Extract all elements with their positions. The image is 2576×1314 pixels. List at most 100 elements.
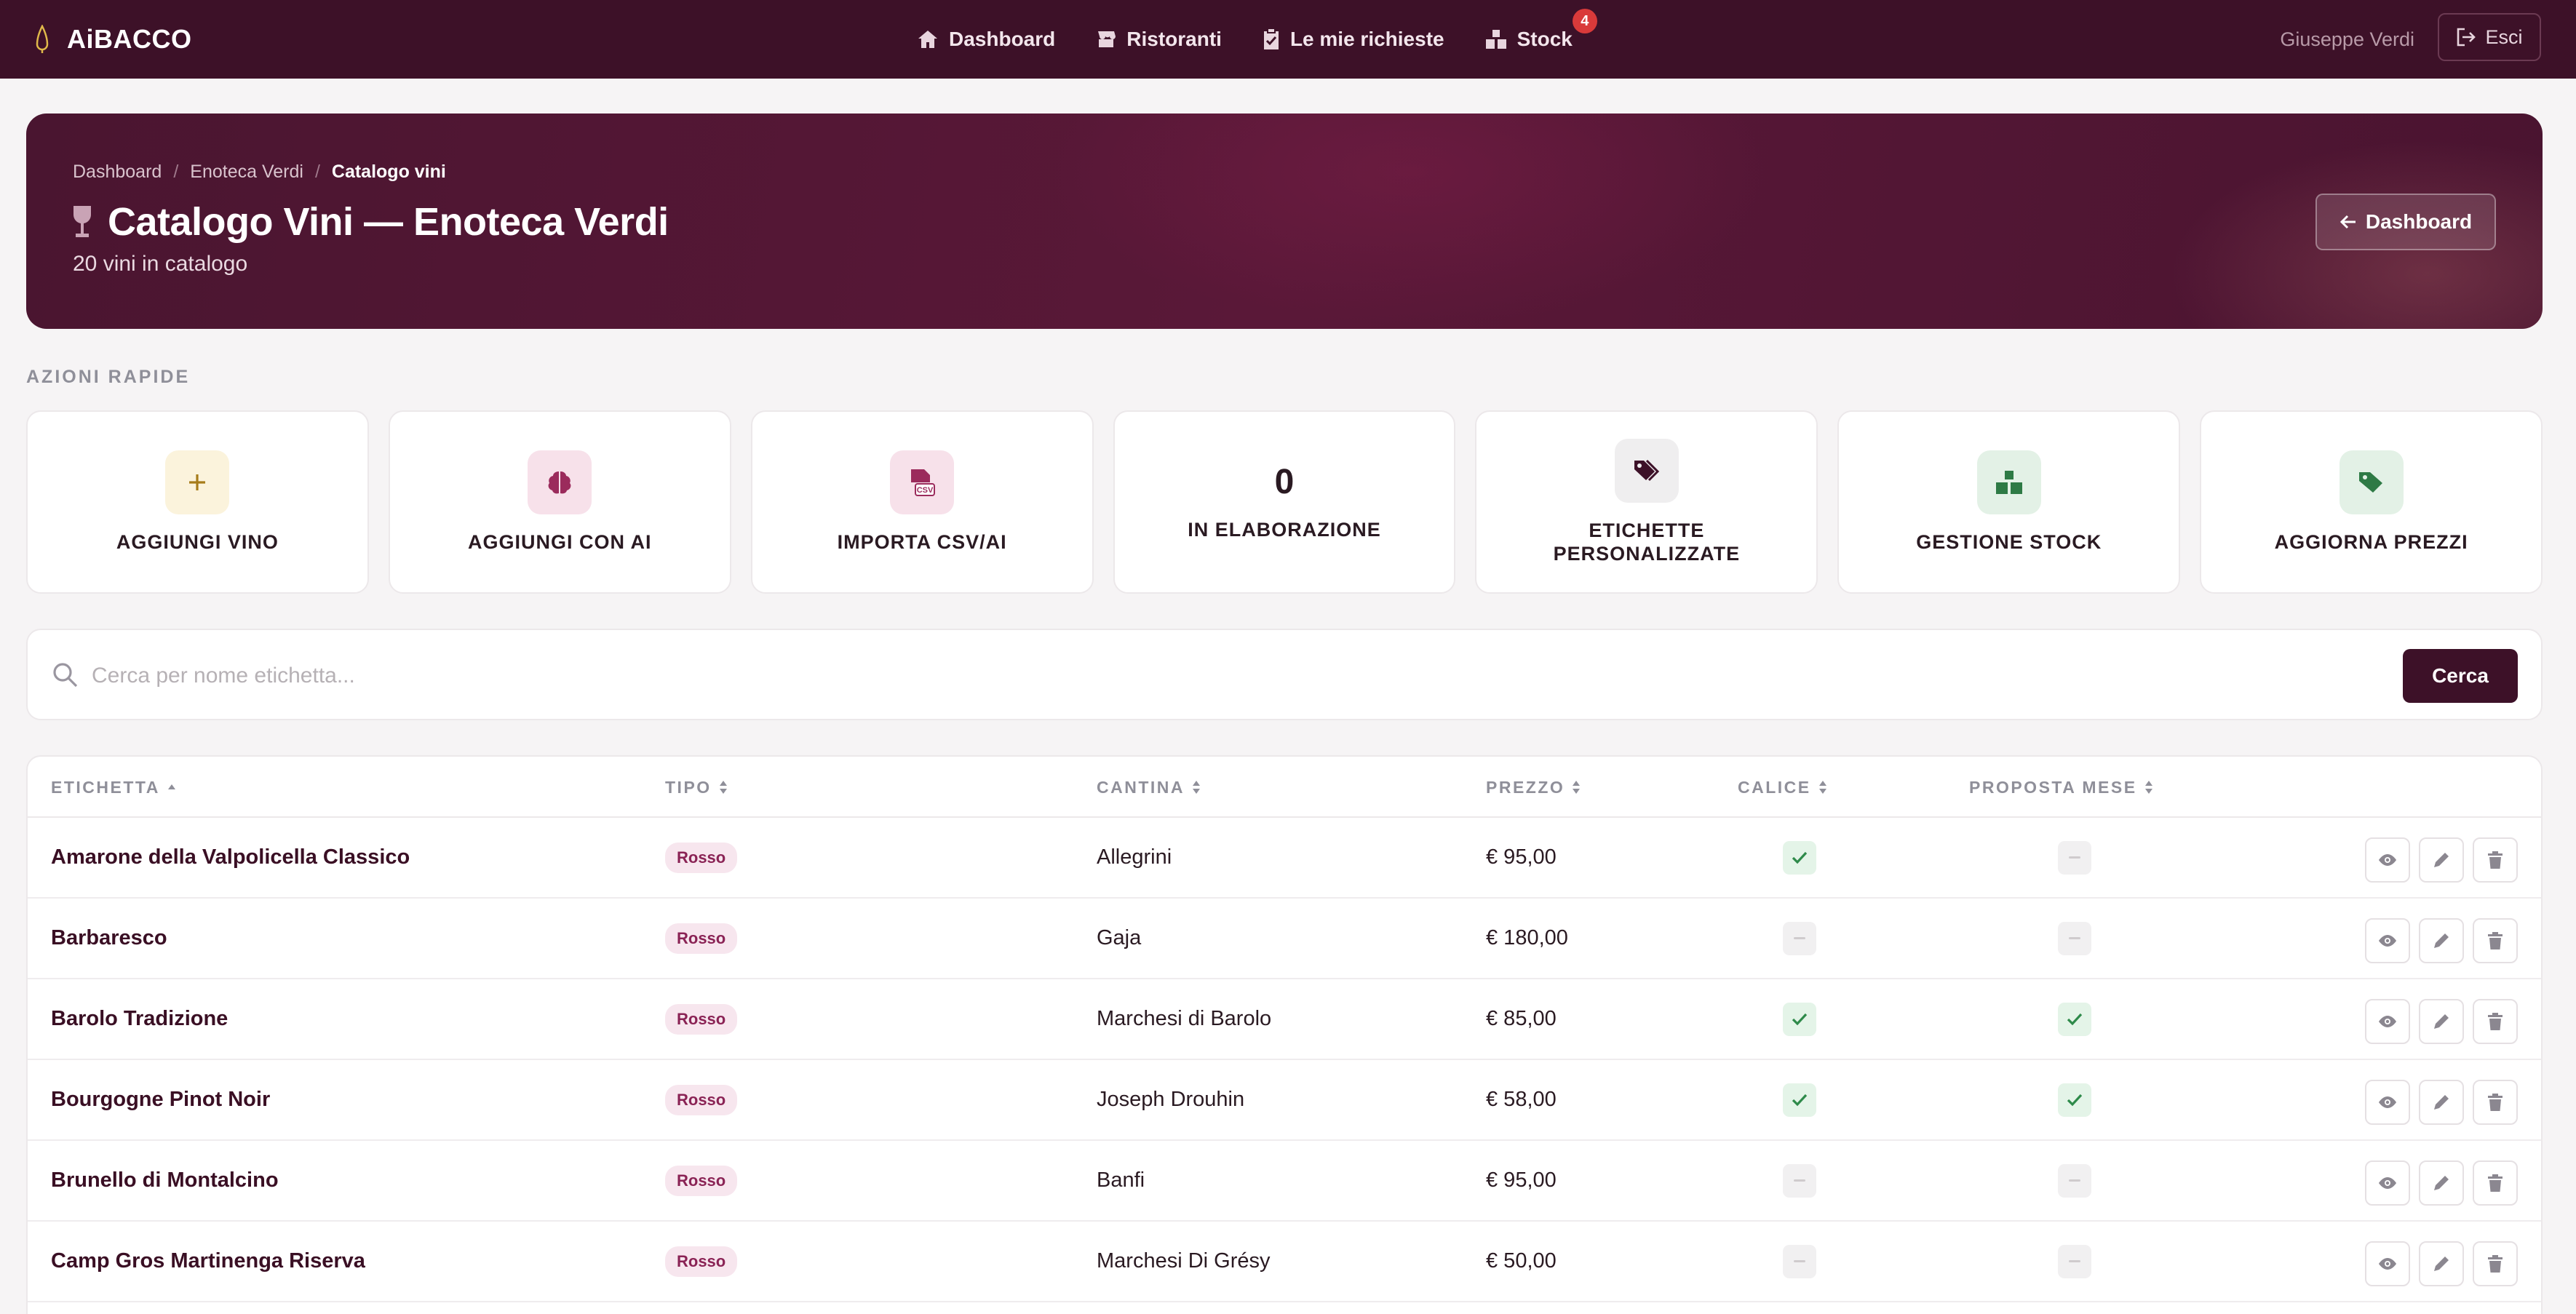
- search-icon: [53, 663, 78, 688]
- trash-icon: [2488, 1013, 2503, 1030]
- edit-button[interactable]: [2419, 1080, 2464, 1125]
- trash-icon: [2488, 1255, 2503, 1273]
- brain-icon: [528, 450, 592, 514]
- wine-type-cell: Rosso: [665, 1141, 738, 1220]
- nav-stock[interactable]: Stock 4: [1485, 9, 1597, 51]
- column-label: PREZZO: [1486, 777, 1565, 797]
- delete-button[interactable]: [2473, 1241, 2518, 1286]
- stock-management-card[interactable]: GESTIONE STOCK: [1837, 410, 2181, 594]
- table-row[interactable]: Bourgogne Pinot Noir Rosso Joseph Drouhi…: [28, 1060, 2541, 1141]
- add-with-ai-card[interactable]: AGGIUNGI CON AI: [388, 410, 731, 594]
- wine-type-pill: Rosso: [665, 1165, 738, 1196]
- nav-dashboard-label: Dashboard: [949, 28, 1056, 50]
- edit-button[interactable]: [2419, 918, 2464, 963]
- view-button[interactable]: [2365, 999, 2410, 1044]
- table-row[interactable]: Amarone della Valpolicella Classico Ross…: [28, 818, 2541, 899]
- update-prices-card[interactable]: AGGIORNA PREZZI: [2200, 410, 2543, 594]
- nav-ristoranti[interactable]: Ristoranti: [1096, 28, 1222, 51]
- calice-cell: [1783, 1222, 1816, 1301]
- logout-button[interactable]: Esci: [2438, 13, 2541, 61]
- view-button[interactable]: [2365, 1160, 2410, 1206]
- breadcrumb: Dashboard / Enoteca Verdi / Catalogo vin…: [73, 162, 446, 183]
- column-label: TIPO: [665, 777, 712, 797]
- column-prezzo[interactable]: PREZZO: [1486, 757, 1581, 818]
- wine-type-cell: Rosso: [665, 818, 738, 897]
- back-to-dashboard-button[interactable]: Dashboard: [2315, 194, 2496, 250]
- delete-button[interactable]: [2473, 999, 2518, 1044]
- edit-button[interactable]: [2419, 1160, 2464, 1206]
- table-row[interactable]: Camp Gros Martinenga Riserva Rosso March…: [28, 1222, 2541, 1302]
- pencil-icon: [2434, 1257, 2449, 1271]
- view-button[interactable]: [2365, 1241, 2410, 1286]
- eye-icon: [2379, 1177, 2396, 1189]
- wine-name[interactable]: Barbaresco: [51, 899, 167, 978]
- proposta-empty-icon: [2058, 1244, 2091, 1278]
- csv-file-icon: CSV: [890, 450, 955, 514]
- action-label: GESTIONE STOCK: [1916, 530, 2102, 553]
- brand[interactable]: AiBACCO: [35, 0, 192, 79]
- wine-name[interactable]: Camp Gros Martinenga Riserva: [51, 1222, 365, 1301]
- action-label: AGGIORNA PREZZI: [2274, 530, 2468, 553]
- column-etichetta[interactable]: ETICHETTA: [51, 757, 176, 818]
- nav-dashboard[interactable]: Dashboard: [917, 28, 1055, 51]
- proposta-cell: [2058, 818, 2091, 897]
- calice-cell: [1783, 1141, 1816, 1220]
- page-header: Dashboard / Enoteca Verdi / Catalogo vin…: [26, 114, 2543, 329]
- top-navbar: AiBACCO Dashboard Ristoranti Le mie rich…: [0, 0, 2576, 79]
- wine-name[interactable]: Bourgogne Pinot Noir: [51, 1060, 270, 1139]
- delete-button[interactable]: [2473, 918, 2518, 963]
- edit-button[interactable]: [2419, 837, 2464, 883]
- breadcrumb-enoteca[interactable]: Enoteca Verdi: [190, 162, 303, 183]
- edit-button[interactable]: [2419, 999, 2464, 1044]
- row-actions: [2365, 999, 2518, 1044]
- view-button[interactable]: [2365, 1080, 2410, 1125]
- calice-cell: [1783, 899, 1816, 978]
- table-row[interactable]: Barolo Tradizione Rosso Marchesi di Baro…: [28, 979, 2541, 1060]
- wine-type-cell: Rosso: [665, 979, 738, 1059]
- wine-drop-icon: [35, 25, 49, 54]
- wine-name[interactable]: Brunello di Montalcino: [51, 1141, 279, 1220]
- table-header: ETICHETTA TIPO CANTINA PREZZO CALICE PRO…: [28, 757, 2541, 818]
- calice-empty-icon: [1783, 921, 1816, 955]
- delete-button[interactable]: [2473, 837, 2518, 883]
- column-label: CANTINA: [1097, 777, 1185, 797]
- logout-icon: [2457, 28, 2476, 47]
- table-row[interactable]: Brunello di Montalcino Rosso Banfi € 95,…: [28, 1141, 2541, 1222]
- column-proposta-mese[interactable]: PROPOSTA MESE: [1969, 757, 2153, 818]
- pencil-icon: [2434, 933, 2449, 948]
- view-button[interactable]: [2365, 918, 2410, 963]
- wine-name[interactable]: Barolo Tradizione: [51, 979, 228, 1059]
- column-tipo[interactable]: TIPO: [665, 757, 728, 818]
- delete-button[interactable]: [2473, 1080, 2518, 1125]
- calice-check-icon: [1783, 1083, 1816, 1117]
- custom-labels-card[interactable]: ETICHETTE PERSONALIZZATE: [1475, 410, 1818, 594]
- search-bar: Cerca: [26, 629, 2543, 720]
- delete-button[interactable]: [2473, 1160, 2518, 1206]
- calice-check-icon: [1783, 840, 1816, 875]
- proposta-check-icon: [2058, 1083, 2091, 1117]
- wine-name[interactable]: Amarone della Valpolicella Classico: [51, 818, 410, 897]
- sort-asc-icon: [167, 784, 175, 789]
- row-actions: [2365, 1241, 2518, 1286]
- add-wine-card[interactable]: AGGIUNGI VINO: [26, 410, 369, 594]
- in-processing-card[interactable]: 0 IN ELABORAZIONE: [1113, 410, 1456, 594]
- arrow-left-icon: [2340, 215, 2356, 229]
- trash-icon: [2488, 851, 2503, 869]
- nav-richieste-label: Le mie richieste: [1289, 28, 1444, 50]
- edit-button[interactable]: [2419, 1241, 2464, 1286]
- nav-richieste[interactable]: Le mie richieste: [1263, 28, 1444, 51]
- breadcrumb-dashboard[interactable]: Dashboard: [73, 162, 162, 183]
- import-csv-card[interactable]: CSV IMPORTA CSV/AI: [750, 410, 1094, 594]
- row-actions: [2365, 1080, 2518, 1125]
- breadcrumb-separator: /: [173, 162, 179, 182]
- column-label: CALICE: [1738, 777, 1811, 797]
- winery: Marchesi di Barolo: [1097, 1007, 1272, 1030]
- column-cantina[interactable]: CANTINA: [1097, 757, 1201, 818]
- pencil-icon: [2434, 853, 2449, 867]
- search-button[interactable]: Cerca: [2403, 649, 2518, 703]
- table-row[interactable]: Barbaresco Rosso Gaja € 180,00: [28, 899, 2541, 979]
- search-input[interactable]: [92, 650, 2348, 701]
- view-button[interactable]: [2365, 837, 2410, 883]
- wine-type-cell: Rosso: [665, 1222, 738, 1301]
- column-calice[interactable]: CALICE: [1738, 757, 1827, 818]
